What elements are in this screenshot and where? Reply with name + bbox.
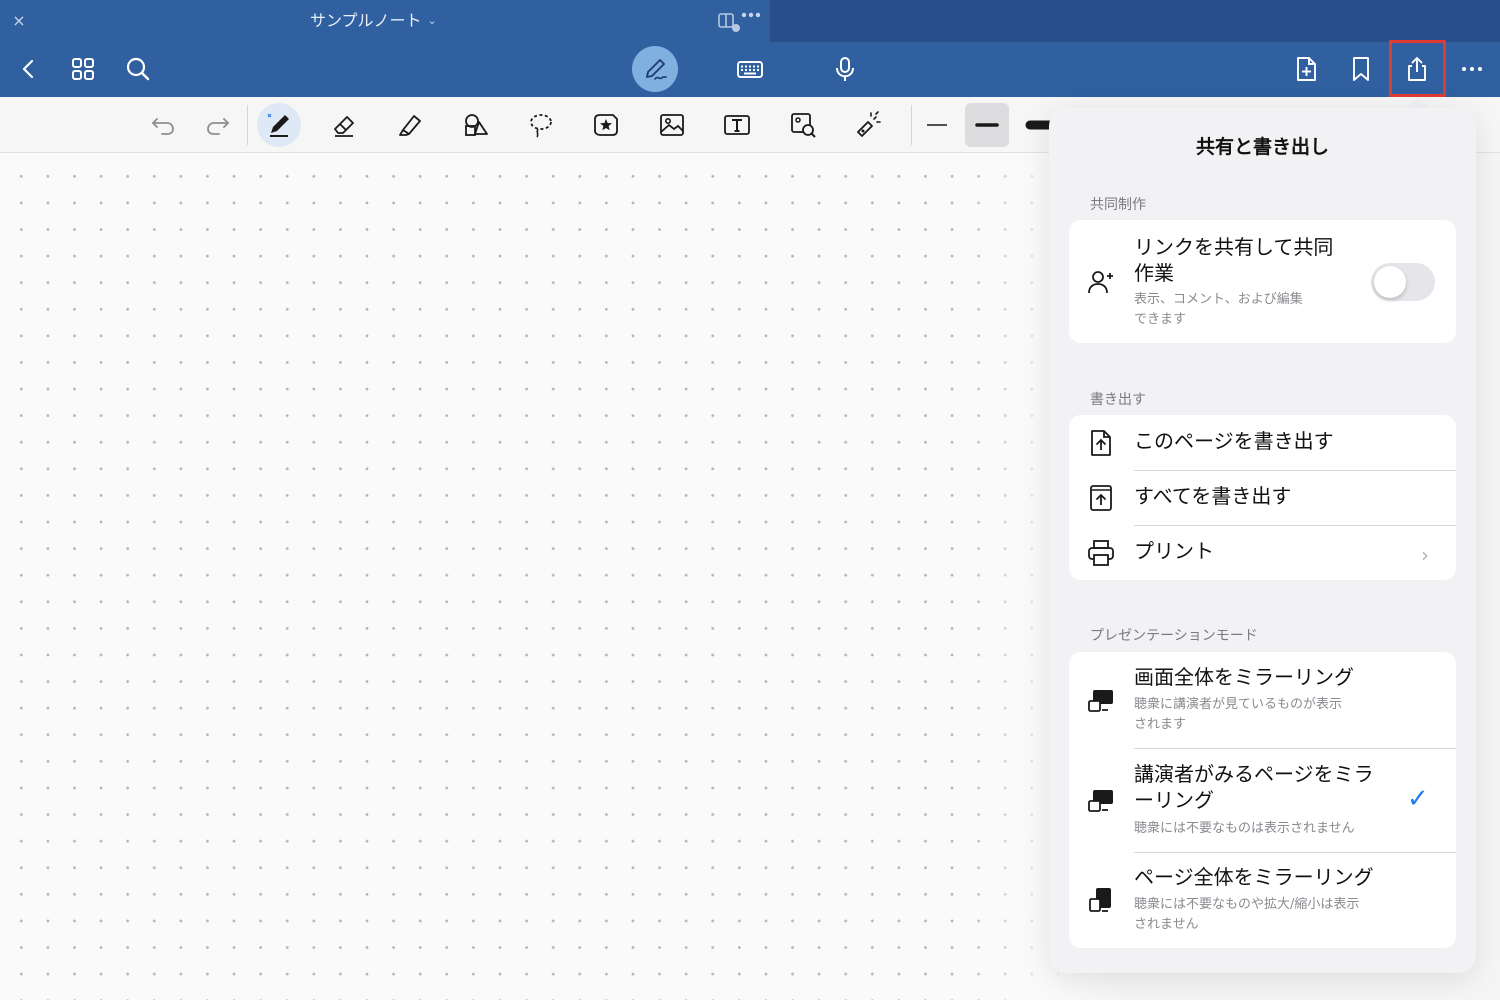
mirror-page-title: ページ全体をミラーリング: [1134, 865, 1374, 889]
add-page-icon[interactable]: [1283, 46, 1329, 92]
search-icon[interactable]: [115, 46, 161, 92]
split-view-icon[interactable]: [718, 10, 766, 32]
shapes-icon[interactable]: [454, 103, 498, 147]
pen-icon[interactable]: [257, 103, 301, 147]
divider: [911, 105, 912, 145]
stroke-thin-icon[interactable]: [915, 103, 959, 147]
image-search-icon[interactable]: [781, 103, 825, 147]
eraser-icon[interactable]: [322, 103, 366, 147]
text-box-icon[interactable]: [715, 103, 759, 147]
mirror-page-sub-line1: 聴衆には不要なものや拡大/縮小は表示: [1134, 897, 1360, 912]
divider: [247, 105, 248, 145]
bookmark-icon[interactable]: [1338, 46, 1384, 92]
presentation-card: 画面全体をミラーリング 聴衆に講演者が見ているものが表示 されます 講演者がみる…: [1069, 652, 1456, 948]
laser-pointer-icon[interactable]: [846, 103, 890, 147]
add-person-icon: [1085, 266, 1117, 298]
highlighter-icon[interactable]: [388, 103, 432, 147]
share-link-title-line1: リンクを共有して共同: [1134, 235, 1334, 259]
toggle-knob: [1374, 266, 1406, 298]
printer-icon: [1085, 537, 1117, 569]
title-bar: × サンプルノート ⌄: [0, 0, 1500, 42]
checkmark-icon: ✓: [1407, 784, 1429, 814]
chevron-down-icon: ⌄: [427, 14, 437, 27]
share-link-sub-line1: 表示、コメント、および編集: [1134, 292, 1303, 307]
share-link-title-line2: 作業: [1134, 261, 1174, 285]
mirror-presenter-title-line2: ーリング: [1134, 788, 1214, 812]
export-this-page-row[interactable]: このページを書き出す: [1069, 415, 1456, 470]
mirror-page-row[interactable]: ページ全体をミラーリング 聴衆には不要なものや拡大/縮小は表示 されません: [1069, 852, 1456, 948]
export-button-highlight: [1389, 40, 1446, 97]
note-title-menu[interactable]: サンプルノート ⌄: [310, 8, 437, 34]
title-bar-secondary: [770, 0, 1500, 42]
mirror-page-icon: [1085, 884, 1117, 916]
export-all-row[interactable]: すべてを書き出す: [1069, 470, 1456, 525]
close-window-icon[interactable]: ×: [8, 10, 30, 32]
mirror-screen-row[interactable]: 画面全体をミラーリング 聴衆に講演者が見ているものが表示 されます: [1069, 652, 1456, 748]
mirror-presenter-sub: 聴衆には不要なものは表示されません: [1134, 821, 1355, 836]
redo-icon[interactable]: [196, 103, 240, 147]
popover-title: 共有と書き出し: [1195, 136, 1329, 158]
more-icon[interactable]: [1449, 46, 1495, 92]
mirror-presenter-row[interactable]: 講演者がみるページをミラ ーリング 聴衆には不要なものは表示されません ✓: [1069, 748, 1456, 852]
microphone-icon[interactable]: [822, 46, 868, 92]
print-row[interactable]: プリント ›: [1069, 525, 1456, 580]
mirror-presenter-icon: [1085, 784, 1117, 816]
mirror-screen-sub-line1: 聴衆に講演者が見ているものが表示: [1134, 697, 1343, 712]
section-label-export: 書き出す: [1090, 392, 1146, 408]
collab-card: リンクを共有して共同 作業 表示、コメント、および編集 できます: [1069, 220, 1456, 343]
export-all-icon: [1085, 482, 1117, 514]
image-icon[interactable]: [650, 103, 694, 147]
pen-mode-icon[interactable]: [632, 46, 678, 92]
print-label: プリント: [1134, 539, 1214, 563]
share-export-popover: 共有と書き出し 共同制作 リンクを共有して共同 作業 表示、コメント、および編集…: [1049, 108, 1476, 973]
collab-toggle[interactable]: [1371, 263, 1435, 301]
chevron-right-icon: ›: [1421, 543, 1429, 567]
mirror-screen-icon: [1085, 684, 1117, 716]
mirror-screen-sub-line2: されます: [1134, 717, 1187, 732]
export-page-icon: [1085, 427, 1117, 459]
export-all-label: すべてを書き出す: [1134, 484, 1292, 508]
main-toolbar: [0, 42, 1500, 97]
note-title: サンプルノート: [310, 11, 422, 30]
sticker-icon[interactable]: [584, 103, 628, 147]
mirror-page-sub-line2: されません: [1134, 917, 1199, 932]
mirror-presenter-title-line1: 講演者がみるページをミラ: [1134, 762, 1374, 786]
keyboard-icon[interactable]: [727, 46, 773, 92]
mirror-screen-title: 画面全体をミラーリング: [1134, 665, 1354, 689]
lasso-icon[interactable]: [519, 103, 563, 147]
back-chevron-icon[interactable]: [6, 46, 52, 92]
share-link-sub-line2: できます: [1134, 312, 1187, 327]
stroke-medium-icon[interactable]: [965, 103, 1009, 147]
export-card: このページを書き出す すべてを書き出す プリント ›: [1069, 415, 1456, 580]
section-label-collab: 共同制作: [1090, 197, 1146, 213]
grid-view-icon[interactable]: [60, 46, 106, 92]
share-link-row[interactable]: リンクを共有して共同 作業 表示、コメント、および編集 できます: [1069, 220, 1456, 343]
export-this-page-label: このページを書き出す: [1134, 429, 1334, 453]
section-label-presentation: プレゼンテーションモード: [1090, 628, 1258, 644]
undo-icon[interactable]: [141, 103, 185, 147]
